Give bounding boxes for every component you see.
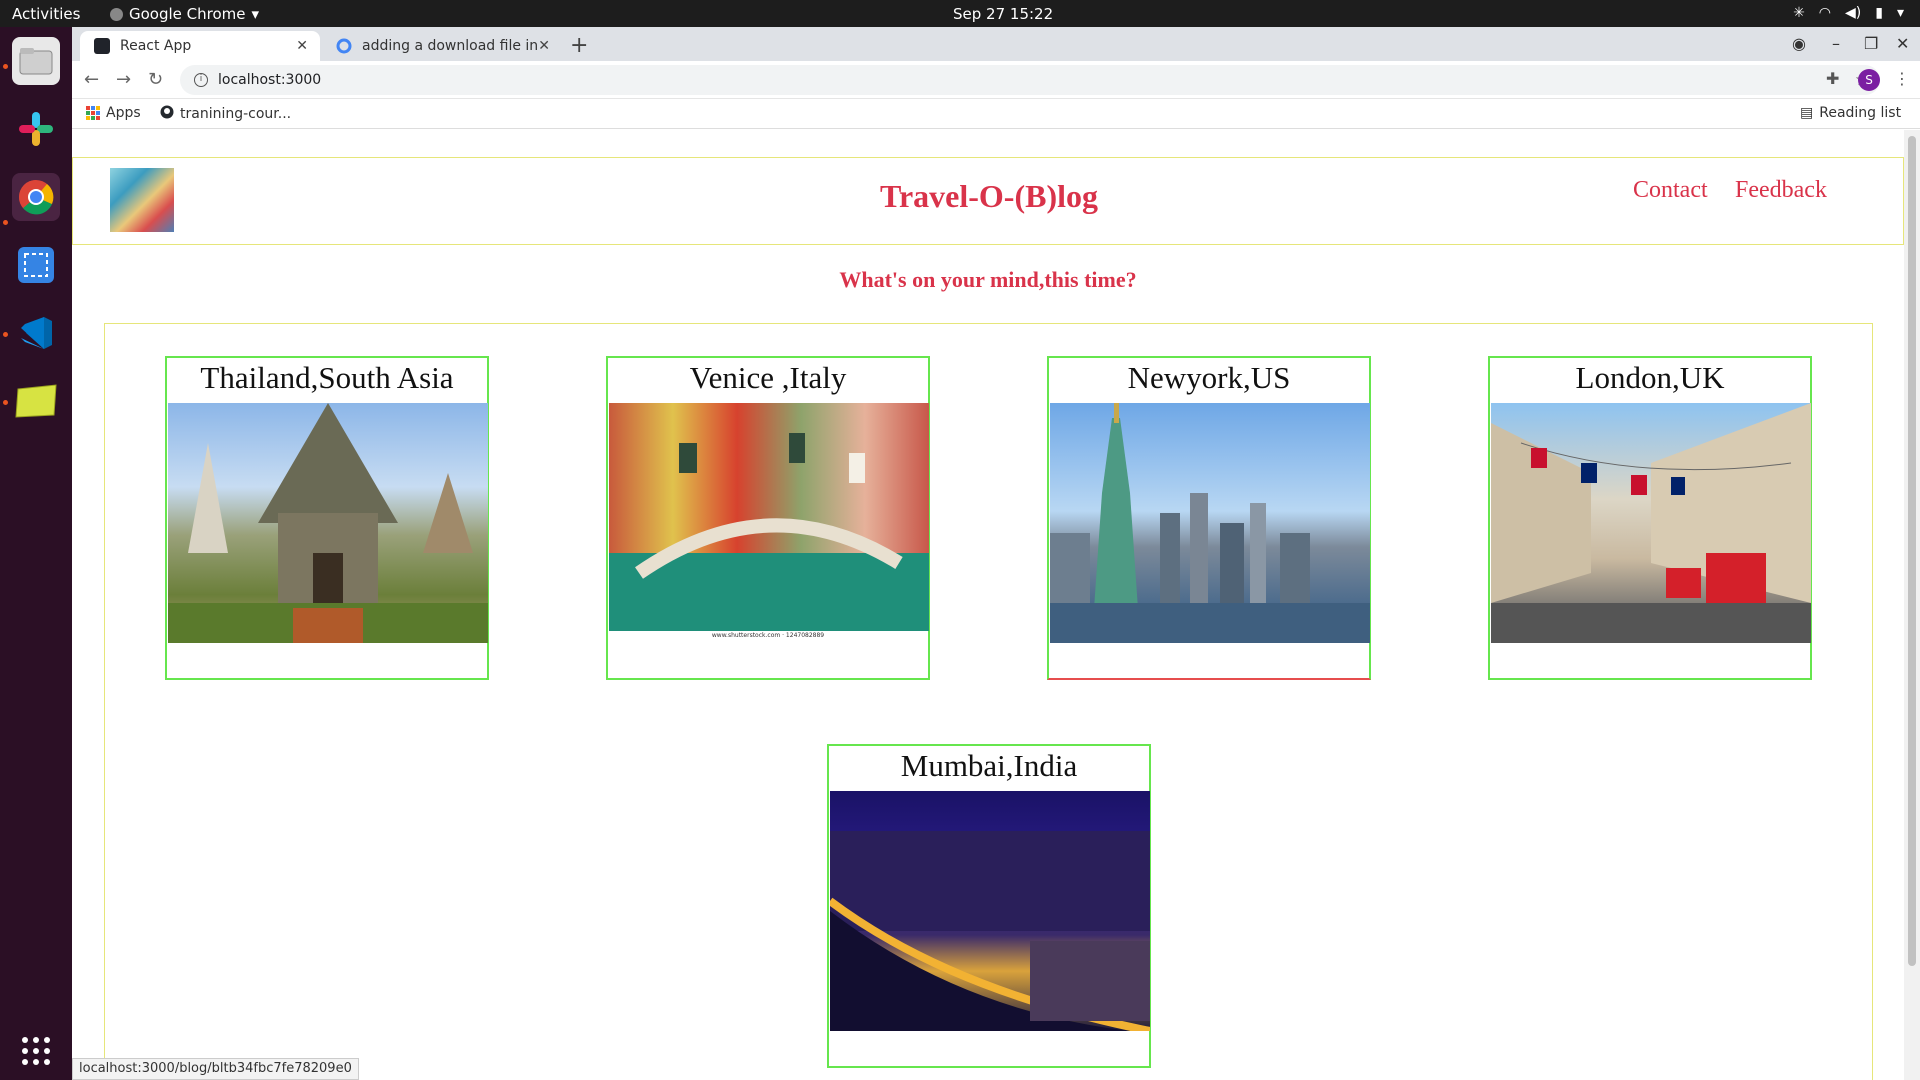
page-scrollbar[interactable]: [1904, 130, 1920, 1080]
tray-menu-icon: ▾: [1896, 5, 1904, 21]
card-london[interactable]: London,UK: [1488, 356, 1812, 680]
app-menu-label: Google Chrome: [129, 5, 246, 23]
browser-window: React App ✕ adding a download file in ✕ …: [72, 27, 1920, 1080]
dropdown-arrow-icon: ▾: [251, 5, 260, 23]
system-tray[interactable]: ✳ ◠ ◀) ▮ ▾: [1793, 5, 1904, 21]
forward-button[interactable]: →: [116, 69, 131, 90]
slack-icon[interactable]: [12, 105, 60, 153]
browser-toolbar: ← → ↻ i localhost:3000 ☆ ✚ S ⋮: [72, 61, 1920, 99]
bookmark-label: Apps: [106, 105, 141, 121]
site-title: Travel-O-(B)log: [879, 178, 1098, 214]
tab-title: React App: [120, 38, 192, 54]
vscode-icon[interactable]: [12, 309, 60, 357]
notes-icon[interactable]: [12, 377, 60, 425]
close-tab-icon[interactable]: ✕: [296, 38, 308, 54]
card-image-venice: [609, 403, 929, 631]
clock[interactable]: Sep 27 15:22: [953, 5, 1053, 23]
card-title: Mumbai,India: [900, 748, 1078, 783]
close-tab-icon[interactable]: ✕: [538, 38, 550, 54]
files-icon[interactable]: [12, 37, 60, 85]
card-title: Venice ,Italy: [689, 360, 847, 395]
nav-feedback-link[interactable]: Feedback: [1735, 177, 1827, 204]
card-thailand[interactable]: Thailand,South Asia: [165, 356, 489, 680]
tab-title: adding a download file in: [362, 38, 539, 54]
volume-icon: ◀): [1845, 5, 1862, 21]
chrome-small-icon: [110, 7, 123, 21]
image-watermark: www.shutterstock.com · 1247082889: [711, 632, 825, 639]
card-image-mumbai: [830, 791, 1150, 1031]
link-status-bar: localhost:3000/blog/bltb34fbc7fe78209e0: [72, 1058, 359, 1080]
site-header: Travel-O-(B)log Contact Feedback: [72, 157, 1904, 245]
nav-contact-link[interactable]: Contact: [1633, 177, 1708, 204]
card-image-thailand: [168, 403, 488, 643]
running-indicator: [3, 64, 8, 69]
menu-kebab-icon[interactable]: ⋮: [1894, 69, 1910, 88]
new-tab-button[interactable]: +: [570, 33, 588, 58]
card-title: Newyork,US: [1127, 360, 1291, 395]
bookmark-label: tranining-cour...: [180, 106, 292, 122]
system-top-bar: Activities Google Chrome ▾ Sep 27 15:22 …: [0, 0, 1920, 27]
url-text: localhost:3000: [218, 72, 322, 88]
running-indicator: [3, 332, 8, 337]
card-title: Thailand,South Asia: [200, 360, 454, 395]
dock: [0, 27, 72, 1080]
card-image-newyork: [1050, 403, 1370, 643]
tagline: What's on your mind,this time?: [839, 267, 1137, 292]
chrome-icon[interactable]: [12, 173, 60, 221]
restore-button[interactable]: ❐: [1864, 34, 1878, 53]
screenshot-icon[interactable]: [12, 241, 60, 289]
cards-container: Thailand,South Asia Venice ,Italy www.sh…: [104, 323, 1873, 1080]
app-menu[interactable]: Google Chrome ▾: [110, 5, 259, 23]
web-page: Travel-O-(B)log Contact Feedback What's …: [72, 130, 1904, 1080]
wifi-icon: ◠: [1818, 5, 1832, 21]
bookmark-github[interactable]: tranining-cour...: [160, 105, 291, 123]
card-mumbai[interactable]: Mumbai,India: [827, 744, 1151, 1068]
reading-list-label: Reading list: [1819, 105, 1902, 121]
bookmark-apps[interactable]: Apps: [86, 105, 141, 121]
app-grid-icon[interactable]: [12, 1027, 60, 1075]
card-venice[interactable]: Venice ,Italy www.shutterstock.com · 124…: [606, 356, 930, 680]
card-image-london: [1491, 403, 1811, 643]
reading-list-button[interactable]: ▤ Reading list: [1800, 105, 1901, 121]
activities-button[interactable]: Activities: [12, 5, 80, 23]
apps-grid-icon: [86, 106, 100, 120]
card-title: London,UK: [1575, 360, 1725, 395]
address-bar[interactable]: i localhost:3000 ☆: [180, 65, 1880, 95]
battery-icon: ▮: [1875, 5, 1883, 21]
back-button[interactable]: ←: [84, 69, 99, 90]
github-icon: [160, 105, 174, 123]
card-newyork[interactable]: Newyork,US: [1047, 356, 1371, 680]
tab-search-icon[interactable]: ◉: [1792, 34, 1806, 53]
minimize-button[interactable]: –: [1832, 34, 1840, 53]
close-window-button[interactable]: ✕: [1896, 34, 1909, 53]
running-indicator: [3, 400, 8, 405]
network-icon: ✳: [1793, 5, 1805, 21]
tab-react-app[interactable]: React App ✕: [80, 31, 320, 61]
scrollbar-thumb[interactable]: [1908, 136, 1916, 966]
site-info-icon[interactable]: i: [194, 73, 208, 87]
running-indicator: [3, 220, 8, 225]
google-favicon-icon: [336, 38, 352, 54]
reading-list-icon: ▤: [1800, 105, 1814, 121]
react-favicon-icon: [94, 38, 110, 54]
extensions-icon[interactable]: ✚: [1826, 69, 1839, 88]
tab-strip: React App ✕ adding a download file in ✕ …: [72, 27, 1920, 61]
reload-button[interactable]: ↻: [148, 69, 163, 90]
profile-avatar[interactable]: S: [1858, 69, 1880, 91]
bookmarks-bar: Apps tranining-cour... ▤ Reading list: [72, 99, 1920, 129]
tab-google-search[interactable]: adding a download file in ✕: [322, 31, 562, 61]
